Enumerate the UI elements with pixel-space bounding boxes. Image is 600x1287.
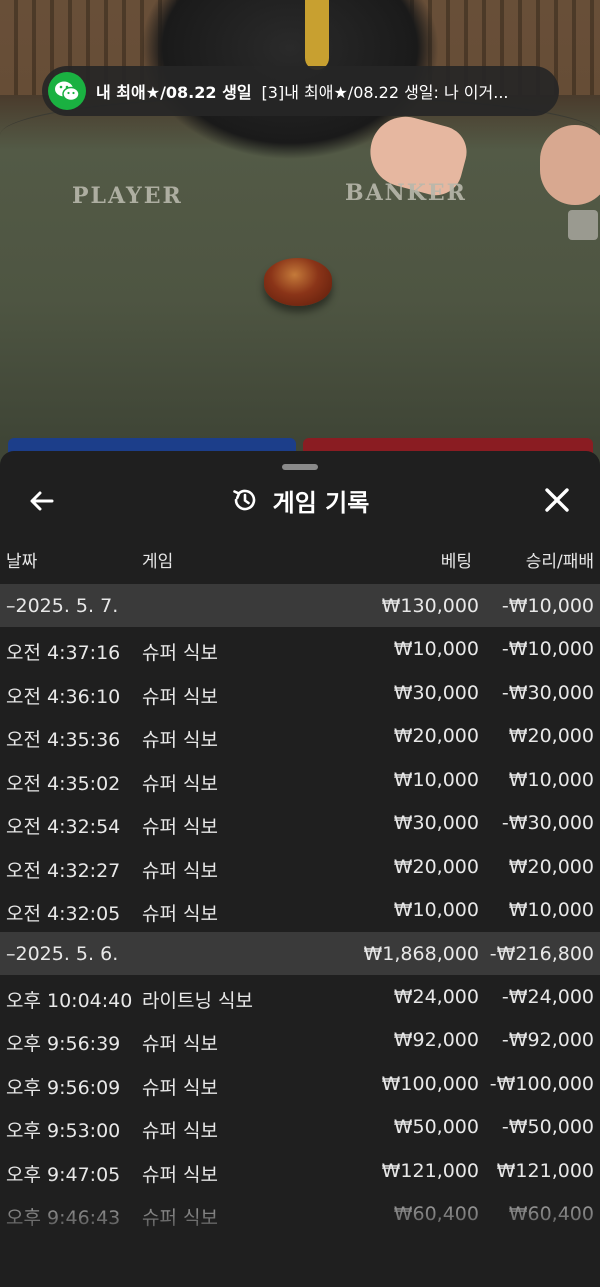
row-result: ₩10,000: [508, 899, 594, 921]
row-time: 오전 4:32:54: [6, 816, 121, 838]
row-bet: ₩60,400: [393, 1203, 479, 1225]
close-icon[interactable]: [540, 483, 574, 517]
row-bet: ₩24,000: [393, 985, 479, 1008]
table-row[interactable]: 오전 4:35:02 슈퍼 식보 ₩10,000 ₩10,000: [0, 758, 600, 802]
row-result: -₩92,000: [501, 1029, 594, 1051]
row-bet: ₩10,000: [393, 638, 479, 660]
wechat-icon: [48, 72, 86, 110]
chat-notification[interactable]: 내 최애★/08.22 생일 [3]내 최애★/08.22 생일: 나 이거...: [42, 66, 559, 116]
dealer-hand: [540, 125, 600, 205]
history-icon: [232, 489, 255, 511]
table-row[interactable]: 오후 9:46:43 슈퍼 식보 ₩60,400 ₩60,400: [0, 1192, 600, 1236]
table-row[interactable]: 오후 9:53:00 슈퍼 식보 ₩50,000 -₩50,000: [0, 1105, 600, 1149]
row-result: -₩10,000: [501, 638, 594, 660]
row-game: 슈퍼 식보: [142, 1033, 218, 1055]
row-bet: ₩92,000: [393, 1029, 479, 1051]
arrow-left-icon[interactable]: [26, 485, 58, 517]
row-result: ₩10,000: [508, 768, 594, 791]
group-bet-total: ₩1,868,000: [363, 942, 479, 965]
row-time: 오전 4:37:16: [6, 642, 121, 664]
row-result: -₩50,000: [501, 1116, 594, 1138]
notification-text: 내 최애★/08.22 생일 [3]내 최애★/08.22 생일: 나 이거...: [96, 79, 536, 103]
notification-sender: 내 최애★/08.22 생일: [96, 83, 252, 102]
history-table: –2025. 5. 7. ₩130,000 -₩10,000 오전 4:37:16 슈퍼…: [0, 584, 600, 1236]
row-game: 슈퍼 식보: [142, 729, 218, 751]
table-row[interactable]: 오후 9:56:39 슈퍼 식보 ₩92,000 -₩92,000: [0, 1018, 600, 1062]
row-time: 오전 4:35:36: [6, 729, 121, 751]
row-time: 오전 4:35:02: [6, 772, 121, 795]
row-game: 슈퍼 식보: [142, 1120, 218, 1142]
row-bet: ₩50,000: [393, 1116, 479, 1138]
sheet-header: 게임 기록: [0, 477, 600, 523]
row-game: 슈퍼 식보: [142, 772, 218, 795]
table-row[interactable]: 오전 4:36:10 슈퍼 식보 ₩30,000 -₩30,000: [0, 671, 600, 715]
game-history-sheet: 게임 기록 날짜 게임 베팅 승리/패배 –2025. 5. 7. ₩130,00…: [0, 451, 600, 1287]
row-game: 슈퍼 식보: [142, 1076, 218, 1099]
row-time: 오후 9:47:05: [6, 1163, 121, 1186]
row-game: 슈퍼 식보: [142, 1163, 218, 1186]
row-bet: ₩10,000: [393, 899, 479, 921]
row-bet: ₩100,000: [381, 1072, 479, 1095]
table-row[interactable]: 오전 4:37:16 슈퍼 식보 ₩10,000 -₩10,000: [0, 627, 600, 671]
row-result: -₩30,000: [501, 681, 594, 704]
table-row[interactable]: 오전 4:32:27 슈퍼 식보 ₩20,000 ₩20,000: [0, 845, 600, 889]
table-header: 날짜 게임 베팅 승리/패배: [0, 547, 600, 573]
row-time: 오후 9:46:43: [6, 1207, 121, 1229]
row-result: -₩100,000: [489, 1072, 594, 1095]
row-game: 라이트닝 식보: [142, 989, 253, 1012]
date-group-row[interactable]: –2025. 5. 7. ₩130,000 -₩10,000: [0, 584, 600, 627]
row-bet: ₩20,000: [393, 855, 479, 878]
row-bet: ₩121,000: [381, 1159, 479, 1182]
sheet-title: 게임 기록: [272, 488, 370, 517]
dice-shaker: [264, 258, 332, 306]
table-row[interactable]: 오후 9:56:09 슈퍼 식보 ₩100,000 -₩100,000: [0, 1062, 600, 1106]
title-group: 게임 기록: [0, 477, 600, 523]
column-date: 날짜: [6, 552, 38, 572]
row-result: ₩20,000: [508, 855, 594, 878]
column-result: 승리/패배: [525, 552, 594, 572]
row-time: 오후 10:04:40: [6, 989, 133, 1012]
row-result: -₩30,000: [501, 812, 594, 834]
group-bet-total: ₩130,000: [381, 595, 479, 617]
table-row[interactable]: 오전 4:35:36 슈퍼 식보 ₩20,000 ₩20,000: [0, 714, 600, 758]
row-time: 오전 4:32:05: [6, 903, 121, 925]
card-shoe: [568, 210, 598, 240]
table-row[interactable]: 오전 4:32:54 슈퍼 식보 ₩30,000 -₩30,000: [0, 801, 600, 845]
row-time: 오전 4:32:27: [6, 859, 121, 882]
date-group-row[interactable]: –2025. 5. 6. ₩1,868,000 -₩216,800: [0, 931, 600, 975]
row-bet: ₩30,000: [393, 812, 479, 834]
group-date: –2025. 5. 7.: [6, 595, 119, 617]
row-time: 오후 9:53:00: [6, 1120, 121, 1142]
group-date: –2025. 5. 6.: [6, 942, 119, 965]
table-row[interactable]: 오후 10:04:40 라이트닝 식보 ₩24,000 -₩24,000: [0, 975, 600, 1019]
column-bet: 베팅: [440, 552, 472, 572]
row-time: 오후 9:56:09: [6, 1076, 121, 1099]
row-result: ₩121,000: [496, 1159, 594, 1182]
row-bet: ₩30,000: [393, 681, 479, 704]
row-bet: ₩20,000: [393, 725, 479, 747]
table-label-banker: BANKER: [345, 180, 467, 206]
column-game: 게임: [142, 552, 174, 572]
table-row[interactable]: 오후 9:47:05 슈퍼 식보 ₩121,000 ₩121,000: [0, 1149, 600, 1193]
row-game: 슈퍼 식보: [142, 816, 218, 838]
row-game: 슈퍼 식보: [142, 685, 218, 708]
drag-handle[interactable]: [282, 464, 318, 470]
row-bet: ₩10,000: [393, 768, 479, 791]
table-label-player: PLAYER: [72, 183, 183, 209]
row-result: ₩20,000: [508, 725, 594, 747]
row-result: -₩24,000: [501, 985, 594, 1008]
row-game: 슈퍼 식보: [142, 642, 218, 664]
row-time: 오전 4:36:10: [6, 685, 121, 708]
row-result: ₩60,400: [508, 1203, 594, 1225]
group-result-total: -₩10,000: [501, 595, 594, 617]
row-time: 오후 9:56:39: [6, 1033, 121, 1055]
group-result-total: -₩216,800: [489, 942, 594, 965]
notification-message: [3]내 최애★/08.22 생일: 나 이거...: [261, 83, 509, 102]
row-game: 슈퍼 식보: [142, 903, 218, 925]
row-game: 슈퍼 식보: [142, 859, 218, 882]
dealer-tie: [305, 0, 329, 70]
table-row[interactable]: 오전 4:32:05 슈퍼 식보 ₩10,000 ₩10,000: [0, 888, 600, 932]
row-game: 슈퍼 식보: [142, 1207, 218, 1229]
